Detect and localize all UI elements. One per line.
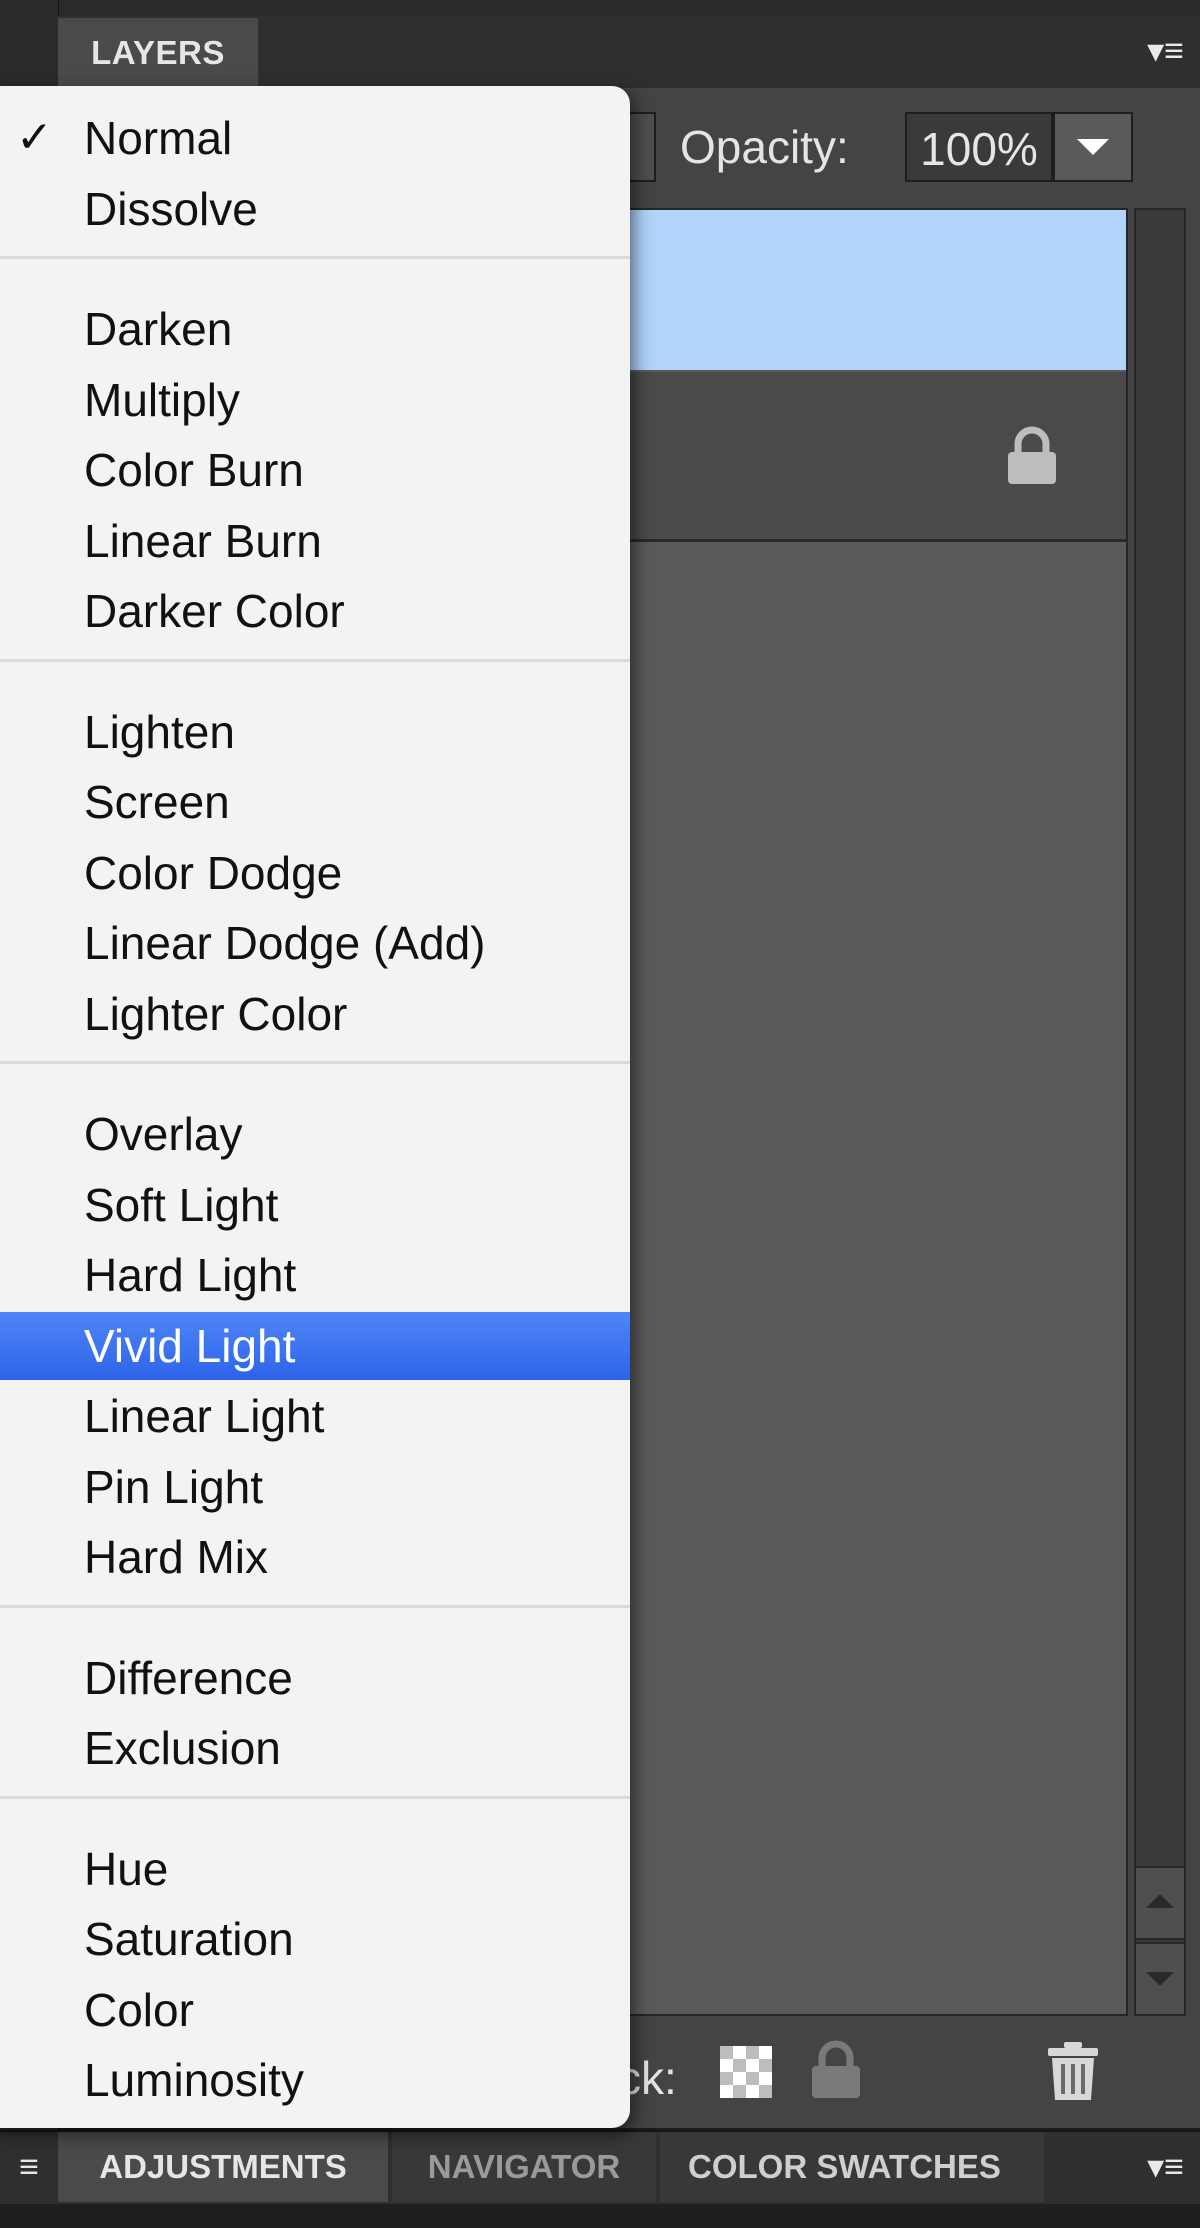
- blend-mode-item[interactable]: Difference: [0, 1644, 630, 1712]
- menu-separator: [0, 256, 630, 259]
- tab-layers[interactable]: LAYERS: [58, 18, 258, 88]
- tab-navigator[interactable]: NAVIGATOR: [392, 2132, 656, 2202]
- blend-mode-item[interactable]: Color Burn: [0, 436, 630, 504]
- menu-separator: [0, 1795, 630, 1799]
- blend-mode-label: Darker Color: [84, 585, 345, 637]
- blend-mode-label: Difference: [84, 1652, 293, 1704]
- chevron-down-icon: [1077, 139, 1109, 155]
- blend-mode-label: Overlay: [84, 1108, 243, 1160]
- checkmark-icon: ✓: [16, 113, 53, 162]
- scroll-up-button[interactable]: [1134, 1866, 1186, 1940]
- blend-mode-label: Linear Burn: [84, 515, 322, 567]
- blend-mode-item[interactable]: Lighten: [0, 698, 630, 766]
- blend-mode-item[interactable]: Linear Dodge (Add): [0, 909, 630, 977]
- arrow-down-icon: [1146, 1972, 1174, 1986]
- blend-mode-item[interactable]: Dissolve: [0, 175, 630, 243]
- blend-mode-label: Color Burn: [84, 444, 304, 496]
- blend-mode-label: Pin Light: [84, 1461, 264, 1513]
- layers-scrollbar[interactable]: [1134, 208, 1186, 2016]
- menu-separator: [0, 1604, 630, 1608]
- blend-mode-label: Color: [84, 1984, 194, 2036]
- panel-menu-icon[interactable]: ▾≡: [1147, 16, 1184, 86]
- blend-mode-item[interactable]: Overlay: [0, 1100, 630, 1168]
- blend-mode-item[interactable]: Linear Burn: [0, 507, 630, 575]
- blend-mode-item[interactable]: Saturation: [0, 1905, 630, 1973]
- blend-mode-label: Exclusion: [84, 1722, 281, 1774]
- panel-options-icon[interactable]: ≡: [0, 2130, 58, 2204]
- blend-mode-label: Saturation: [84, 1913, 294, 1965]
- blend-mode-menu[interactable]: ✓ Normal Dissolve Darken Multiply Color Burn L…: [0, 86, 630, 2128]
- opacity-input[interactable]: 100%: [905, 112, 1053, 182]
- blend-mode-label: Hue: [84, 1843, 169, 1895]
- blend-mode-label: Luminosity: [84, 2054, 304, 2106]
- blend-mode-item[interactable]: Soft Light: [0, 1171, 630, 1239]
- blend-mode-item[interactable]: Color Dodge: [0, 839, 630, 907]
- lock-all-icon[interactable]: [808, 2040, 864, 2100]
- lock-transparency-icon[interactable]: [720, 2046, 772, 2098]
- blend-mode-item[interactable]: ✓ Normal: [0, 104, 630, 172]
- menu-separator: [0, 658, 630, 662]
- blend-mode-label: Vivid Light: [84, 1320, 296, 1372]
- blend-mode-label: Hard Mix: [84, 1531, 269, 1583]
- blend-mode-item[interactable]: Darker Color: [0, 577, 630, 645]
- opacity-dropdown-button[interactable]: [1053, 112, 1133, 182]
- blend-mode-item[interactable]: Linear Light: [0, 1382, 630, 1450]
- arrow-up-icon: [1146, 1894, 1174, 1908]
- blend-mode-item[interactable]: Vivid Light: [0, 1312, 630, 1380]
- blend-mode-item[interactable]: Pin Light: [0, 1453, 630, 1521]
- menu-separator: [0, 1061, 630, 1064]
- tab-color-swatches[interactable]: COLOR SWATCHES: [660, 2132, 1044, 2202]
- bottom-strip: [0, 2204, 1200, 2228]
- blend-mode-label: Hard Light: [84, 1249, 297, 1301]
- blend-mode-label: Darken: [84, 303, 233, 355]
- blend-mode-item[interactable]: Multiply: [0, 366, 630, 434]
- lock-icon: [1008, 426, 1056, 484]
- blend-mode-label: Linear Light: [84, 1390, 325, 1442]
- trash-icon[interactable]: [1046, 2040, 1100, 2102]
- blend-mode-label: Screen: [84, 776, 230, 828]
- blend-mode-item[interactable]: Darken: [0, 295, 630, 363]
- blend-mode-item[interactable]: Lighter Color: [0, 980, 630, 1048]
- blend-mode-label: Normal: [84, 112, 233, 164]
- bottom-panel-menu-icon[interactable]: ▾≡: [1147, 2132, 1184, 2202]
- blend-mode-item[interactable]: Hard Light: [0, 1241, 630, 1309]
- blend-mode-item[interactable]: Hue: [0, 1835, 630, 1903]
- blend-mode-label: Lighten: [84, 706, 235, 758]
- blend-mode-label: Dissolve: [84, 183, 258, 235]
- panel-top-strip: [0, 0, 1200, 16]
- opacity-label: Opacity:: [680, 121, 849, 173]
- blend-mode-label: Linear Dodge (Add): [84, 917, 486, 969]
- scroll-down-button[interactable]: [1134, 1942, 1186, 2016]
- blend-mode-label: Multiply: [84, 374, 240, 426]
- tab-adjustments[interactable]: ADJUSTMENTS: [58, 2132, 388, 2202]
- blend-mode-label: Lighter Color: [84, 988, 348, 1040]
- blend-mode-item[interactable]: Screen: [0, 768, 630, 836]
- blend-mode-item[interactable]: Luminosity: [0, 2046, 630, 2114]
- blend-mode-label: Color Dodge: [84, 847, 343, 899]
- blend-mode-label: Soft Light: [84, 1179, 279, 1231]
- blend-mode-item[interactable]: Hard Mix: [0, 1523, 630, 1591]
- blend-mode-item[interactable]: Color: [0, 1976, 630, 2044]
- blend-mode-item[interactable]: Exclusion: [0, 1714, 630, 1782]
